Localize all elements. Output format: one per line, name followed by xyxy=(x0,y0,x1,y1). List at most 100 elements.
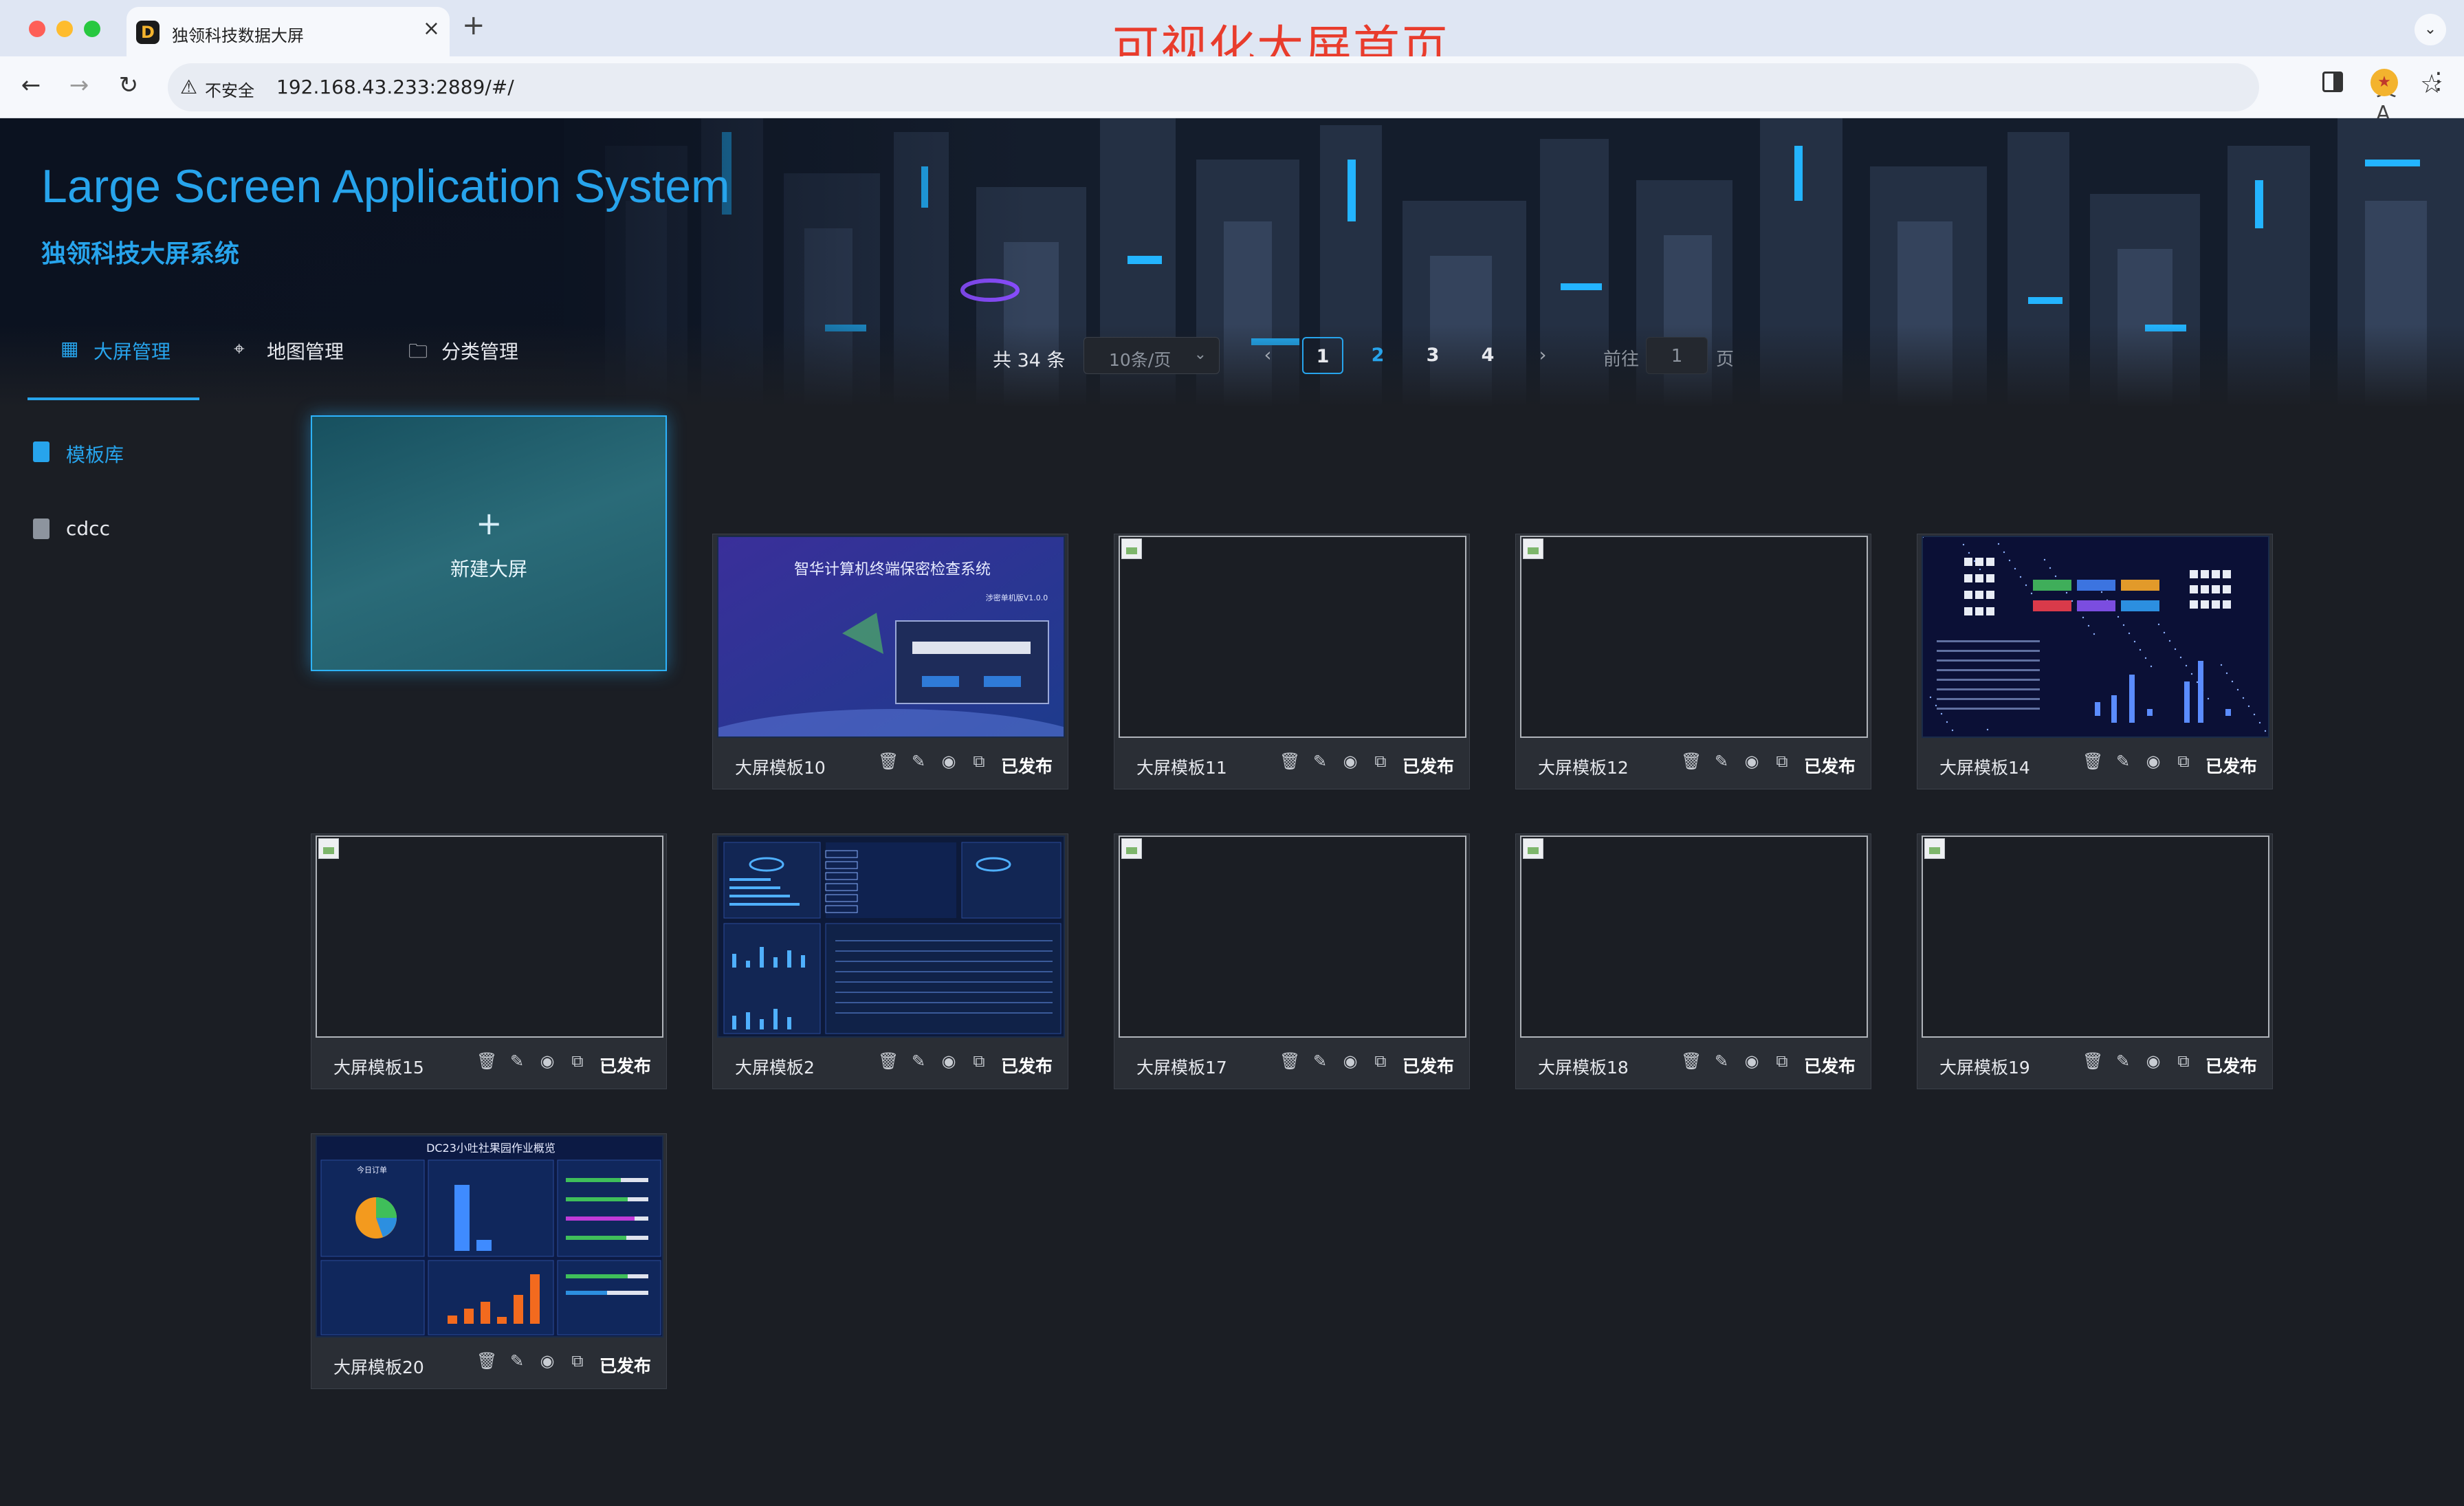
template-card[interactable]: 大屏模板2 🗑 ✎ ◉ ⧉ 已发布 xyxy=(712,833,1068,1089)
delete-icon[interactable]: 🗑 xyxy=(1279,1051,1300,1071)
template-thumbnail[interactable] xyxy=(1520,836,1868,1038)
delete-icon[interactable]: 🗑 xyxy=(2082,1051,2103,1071)
edit-icon[interactable]: ✎ xyxy=(908,1051,929,1071)
edit-icon[interactable]: ✎ xyxy=(1711,752,1732,771)
delete-icon[interactable]: 🗑 xyxy=(1279,752,1300,771)
delete-icon[interactable]: 🗑 xyxy=(2082,752,2103,771)
preview-eye-icon[interactable]: ◉ xyxy=(2143,752,2164,771)
copy-icon[interactable]: ⧉ xyxy=(1370,1051,1391,1071)
table-dashboard-preview xyxy=(718,837,1064,1036)
close-window-button[interactable] xyxy=(29,21,45,37)
clipboard-icon xyxy=(33,441,50,462)
clipboard-icon xyxy=(33,519,50,539)
copy-icon[interactable]: ⧉ xyxy=(567,1351,588,1371)
page-1-button[interactable]: 1 xyxy=(1302,337,1343,374)
page-size-value: 10条/页 xyxy=(1109,350,1172,370)
page-3-button[interactable]: 3 xyxy=(1412,337,1453,374)
profile-avatar-icon[interactable]: ★ xyxy=(2370,69,2398,96)
template-name: 大屏模板10 xyxy=(735,758,826,778)
delete-icon[interactable]: 🗑 xyxy=(476,1351,497,1371)
broken-image-icon xyxy=(318,838,339,859)
preview-title: DC23小吐社果园作业概览 xyxy=(426,1142,556,1155)
copy-icon[interactable]: ⧉ xyxy=(1370,752,1391,771)
copy-icon[interactable]: ⧉ xyxy=(1772,1051,1792,1071)
address-bar[interactable]: ⚠ 不安全 192.168.43.233:2889/#/ 文A ☆ xyxy=(168,63,2443,126)
edit-icon[interactable]: ✎ xyxy=(908,752,929,771)
template-thumbnail[interactable] xyxy=(316,836,663,1038)
template-card[interactable]: 大屏模板12 🗑 ✎ ◉ ⧉ 已发布 xyxy=(1515,534,1871,789)
edit-icon[interactable]: ✎ xyxy=(2113,1051,2133,1071)
template-thumbnail[interactable] xyxy=(1119,536,1466,738)
minimize-window-button[interactable] xyxy=(56,21,73,37)
template-thumbnail[interactable] xyxy=(1520,536,1868,738)
template-card[interactable]: 大屏模板11 🗑 ✎ ◉ ⧉ 已发布 xyxy=(1114,534,1470,789)
broken-image-icon xyxy=(1523,538,1543,559)
edit-icon[interactable]: ✎ xyxy=(1711,1051,1732,1071)
template-thumbnail[interactable]: DC23小吐社果园作业概览 今日订单 xyxy=(316,1135,663,1338)
side-panel-icon[interactable] xyxy=(2322,72,2343,92)
edit-icon[interactable]: ✎ xyxy=(507,1051,527,1071)
copy-icon[interactable]: ⧉ xyxy=(2173,752,2194,771)
preview-eye-icon[interactable]: ◉ xyxy=(537,1351,558,1371)
prev-page-button[interactable]: ‹ xyxy=(1247,337,1288,374)
template-card[interactable]: 大屏模板14 🗑 ✎ ◉ ⧉ 已发布 xyxy=(1917,534,2273,789)
url-text[interactable]: 192.168.43.233:2889/#/ xyxy=(276,76,514,98)
edit-icon[interactable]: ✎ xyxy=(507,1351,527,1371)
delete-icon[interactable]: 🗑 xyxy=(878,1051,899,1071)
template-card[interactable]: 大屏模板17 🗑 ✎ ◉ ⧉ 已发布 xyxy=(1114,833,1470,1089)
page-size-select[interactable]: 10条/页 ⌄ xyxy=(1084,337,1220,374)
page-4-button[interactable]: 4 xyxy=(1467,337,1508,374)
template-card[interactable]: 智华计算机终端保密检查系统 涉密单机版V1.0.0 大屏模板10 🗑 ✎ ◉ ⧉… xyxy=(712,534,1068,789)
template-thumbnail[interactable] xyxy=(1922,536,2269,738)
template-card[interactable]: 大屏模板18 🗑 ✎ ◉ ⧉ 已发布 xyxy=(1515,833,1871,1089)
reload-icon[interactable]: ↻ xyxy=(113,72,144,99)
banner-bottom-fade xyxy=(0,325,2464,407)
forward-arrow-icon[interactable]: → xyxy=(63,72,95,99)
next-page-button[interactable]: › xyxy=(1522,337,1563,374)
edit-icon[interactable]: ✎ xyxy=(1310,1051,1330,1071)
broken-image-icon xyxy=(1121,838,1142,859)
edit-icon[interactable]: ✎ xyxy=(1310,752,1330,771)
new-screen-card[interactable]: + 新建大屏 xyxy=(311,415,667,671)
browser-tab[interactable]: D 独领科技数据大屏 × xyxy=(126,7,450,56)
preview-title: 智华计算机终端保密检查系统 xyxy=(794,561,991,578)
tab-close-icon[interactable]: × xyxy=(423,17,440,41)
delete-icon[interactable]: 🗑 xyxy=(1681,1051,1702,1071)
template-card[interactable]: 大屏模板19 🗑 ✎ ◉ ⧉ 已发布 xyxy=(1917,833,2273,1089)
preview-eye-icon[interactable]: ◉ xyxy=(1340,752,1361,771)
preview-eye-icon[interactable]: ◉ xyxy=(938,752,959,771)
preview-eye-icon[interactable]: ◉ xyxy=(938,1051,959,1071)
maximize-window-button[interactable] xyxy=(84,21,100,37)
back-arrow-icon[interactable]: ← xyxy=(15,72,47,99)
preview-eye-icon[interactable]: ◉ xyxy=(537,1051,558,1071)
template-thumbnail[interactable] xyxy=(717,836,1065,1038)
template-thumbnail[interactable] xyxy=(1119,836,1466,1038)
tab-label: 地图管理 xyxy=(267,340,344,363)
goto-page-input[interactable]: 1 xyxy=(1646,337,1708,374)
delete-icon[interactable]: 🗑 xyxy=(878,752,899,771)
broken-image-icon xyxy=(1523,838,1543,859)
template-card[interactable]: DC23小吐社果园作业概览 今日订单 大屏模板20 🗑 ✎ ◉ ⧉ 已发布 xyxy=(311,1133,667,1389)
template-card[interactable]: 大屏模板15 🗑 ✎ ◉ ⧉ 已发布 xyxy=(311,833,667,1089)
copy-icon[interactable]: ⧉ xyxy=(2173,1051,2194,1071)
tab-search-chevron-icon[interactable]: ⌄ xyxy=(2414,14,2446,45)
edit-icon[interactable]: ✎ xyxy=(2113,752,2133,771)
preview-eye-icon[interactable]: ◉ xyxy=(1741,1051,1762,1071)
delete-icon[interactable]: 🗑 xyxy=(1681,752,1702,771)
preview-eye-icon[interactable]: ◉ xyxy=(1340,1051,1361,1071)
delete-icon[interactable]: 🗑 xyxy=(476,1051,497,1071)
copy-icon[interactable]: ⧉ xyxy=(1772,752,1792,771)
preview-eye-icon[interactable]: ◉ xyxy=(1741,752,1762,771)
more-menu-icon[interactable]: ⋮ xyxy=(2427,67,2450,95)
new-tab-button[interactable]: + xyxy=(462,10,485,41)
copy-icon[interactable]: ⧉ xyxy=(969,752,989,771)
template-thumbnail[interactable]: 智华计算机终端保密检查系统 涉密单机版V1.0.0 xyxy=(717,536,1065,738)
location-pin-icon: ⌖ xyxy=(234,337,245,360)
app-title-english: Large Screen Application System xyxy=(41,160,730,212)
template-thumbnail[interactable] xyxy=(1922,836,2269,1038)
copy-icon[interactable]: ⧉ xyxy=(567,1051,588,1071)
copy-icon[interactable]: ⧉ xyxy=(969,1051,989,1071)
preview-eye-icon[interactable]: ◉ xyxy=(2143,1051,2164,1071)
page-2-button[interactable]: 2 xyxy=(1357,337,1398,374)
template-name: 大屏模板18 xyxy=(1538,1058,1629,1078)
